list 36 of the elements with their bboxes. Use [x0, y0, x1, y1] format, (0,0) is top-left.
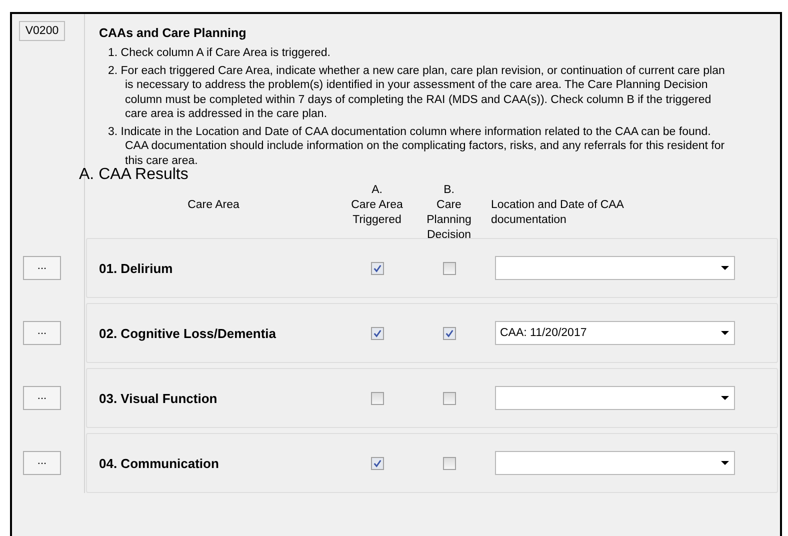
triggered-checkbox[interactable]	[370, 456, 384, 470]
decision-checkbox[interactable]	[442, 392, 456, 404]
triggered-checkbox[interactable]	[370, 392, 384, 404]
section-heading: CAAs and Care Planning	[99, 26, 248, 40]
instruction-text: 3. Indicate in the Location and Date of CAA documentation column where information related to the CAA can be found. CAA documentation should include information on the complicating factors, risks, and any referrals for this resident for this care area.	[108, 124, 726, 167]
location-dropdown[interactable]	[495, 256, 735, 280]
instruction-text: 1. Check column A if Care Area is triggered.	[108, 46, 332, 60]
column-letter: B.	[444, 183, 454, 198]
column-header: Location and Date of CAA documentation	[491, 198, 625, 228]
caret-icon	[721, 331, 729, 335]
subsection-heading: A. CAA Results	[79, 166, 190, 183]
location-dropdown[interactable]	[495, 451, 735, 475]
details-button[interactable]: ...	[23, 386, 61, 410]
caret-icon	[721, 461, 729, 465]
column-header: Care Area Triggered	[350, 198, 404, 228]
decision-checkbox[interactable]	[442, 262, 456, 274]
instruction-text: 2. For each triggered Care Area, indicate whether a new care plan, care plan revision, or continuation of current care plan is necessary to address the problem(s) identified in your assessment of the care area. The Care Planning Decision column must be completed within 7 days of completing the RAI (MDS and CAA(s)). Check column B if the triggered care area is addressed in the care plan.	[108, 64, 726, 122]
care-area-label: 01. Delirium	[98, 260, 174, 276]
column-letter: A.	[372, 183, 382, 198]
column-header: Care Planning Decision	[426, 198, 472, 243]
triggered-checkbox[interactable]	[370, 262, 384, 274]
details-button[interactable]: ...	[23, 451, 61, 475]
caret-icon	[721, 266, 729, 270]
location-dropdown[interactable]	[495, 386, 735, 410]
decision-checkbox[interactable]	[442, 326, 456, 340]
item-code: V0200	[19, 21, 65, 41]
care-area-label: 03. Visual Function	[98, 390, 218, 406]
column-header: Care Area	[188, 199, 240, 213]
location-dropdown[interactable]: CAA: 11/20/2017	[495, 321, 735, 345]
details-button[interactable]: ...	[23, 256, 61, 280]
triggered-checkbox[interactable]	[370, 326, 384, 340]
caret-icon	[721, 396, 729, 400]
decision-checkbox[interactable]	[442, 456, 456, 470]
care-area-label: 02. Cognitive Loss/Dementia	[98, 326, 277, 340]
care-area-label: 04. Communication	[98, 456, 220, 470]
details-button[interactable]: ...	[23, 321, 61, 345]
